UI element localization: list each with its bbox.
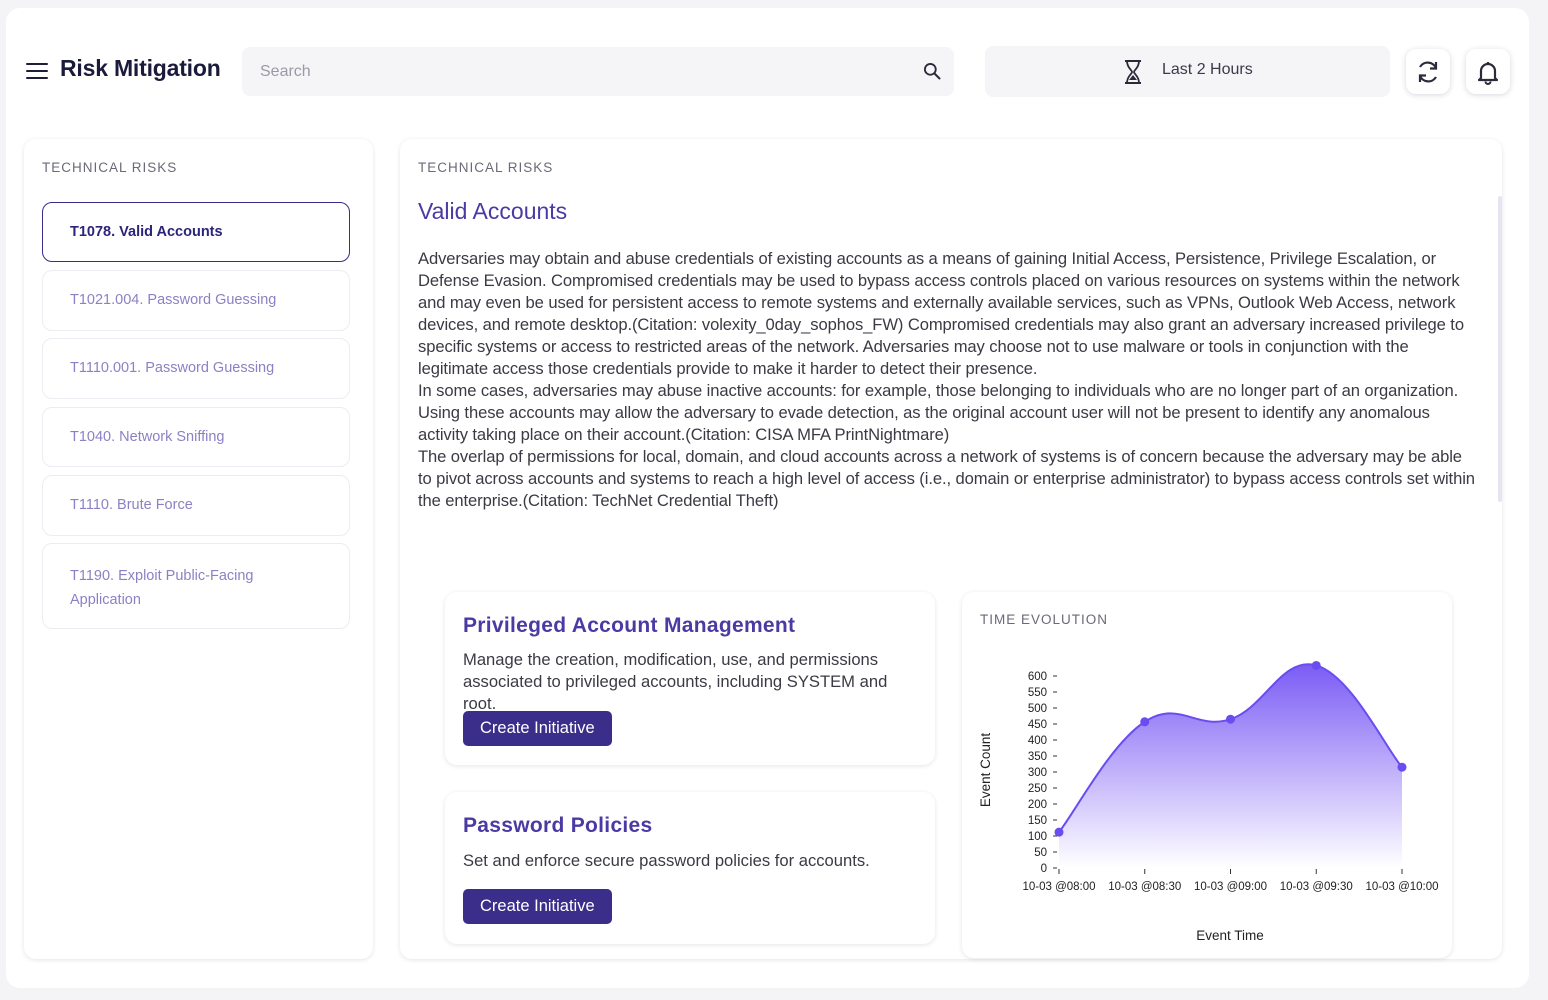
time-range-selector[interactable]: Last 2 Hours	[985, 46, 1390, 97]
hourglass-icon	[1125, 60, 1141, 84]
y-tick-label: 500	[1028, 703, 1047, 715]
data-point	[1226, 714, 1235, 724]
mitigation-description: Set and enforce secure password policies…	[463, 851, 870, 870]
y-tick-label: 100	[1028, 831, 1047, 843]
mitigation-description: Manage the creation, modification, use, …	[463, 650, 888, 713]
y-tick-label: 350	[1028, 751, 1047, 763]
risk-item-label: T1078. Valid Accounts	[70, 224, 223, 240]
mitigation-title: Privileged Account Management	[463, 614, 796, 637]
time-range-label: Last 2 Hours	[1162, 61, 1253, 78]
risk-item-label: T1040. Network Sniffing	[70, 429, 225, 445]
refresh-icon	[1418, 61, 1438, 83]
risk-item-label: T1110.001. Password Guessing	[70, 360, 275, 376]
risk-description: Adversaries may obtain and abuse credent…	[418, 248, 1478, 512]
data-point	[1397, 762, 1407, 772]
series-area	[1059, 664, 1402, 868]
mitigation-card: Password Policies Set and enforce secure…	[445, 792, 935, 944]
risk-detail-panel: TECHNICAL RISKS Valid Accounts Adversari…	[400, 139, 1502, 959]
create-initiative-button[interactable]: Create Initiative	[463, 889, 612, 924]
risk-item-label: T1110. Brute Force	[70, 497, 193, 513]
risk-item-t1110-001[interactable]: T1110.001. Password Guessing	[42, 338, 350, 399]
x-tick-label: 10-03 @08:00	[1022, 881, 1095, 893]
page-title: Risk Mitigation	[60, 55, 221, 81]
x-axis-title: Event Time	[1196, 928, 1264, 943]
hamburger-menu-icon[interactable]	[26, 63, 48, 81]
time-evolution-chart-card: TIME EVOLUTION 0 50 100 150 200 250 300 350 400 4…	[962, 592, 1452, 958]
x-tick-label: 10-03 @09:30	[1280, 881, 1353, 893]
y-tick-label: 0	[1041, 863, 1047, 875]
x-tick-label: 10-03 @10:00	[1365, 881, 1438, 893]
description-paragraph: The overlap of permissions for local, do…	[418, 447, 1475, 510]
mitigation-title: Password Policies	[463, 814, 653, 837]
risk-item-label-line2: Application	[70, 592, 141, 608]
sidebar-section-label: TECHNICAL RISKS	[42, 160, 178, 175]
app-window: Risk Mitigation Last 2 Hours	[6, 8, 1529, 988]
y-tick-label: 200	[1028, 799, 1047, 811]
y-tick-label: 400	[1028, 735, 1047, 747]
x-tick-label: 10-03 @09:00	[1194, 881, 1267, 893]
risk-title: Valid Accounts	[418, 198, 568, 224]
y-tick-label: 600	[1028, 671, 1047, 683]
risk-item-label: T1021.004. Password Guessing	[70, 292, 277, 308]
risk-item-t1190[interactable]: T1190. Exploit Public-Facing Application	[42, 543, 350, 629]
risk-item-t1078[interactable]: T1078. Valid Accounts	[42, 202, 350, 262]
search-icon[interactable]	[922, 61, 942, 81]
technical-risks-sidebar: TECHNICAL RISKS T1078. Valid Accounts T1…	[24, 139, 373, 959]
y-tick-label: 250	[1028, 783, 1047, 795]
description-paragraph: In some cases, adversaries may abuse ina…	[418, 381, 1459, 444]
y-tick-label: 300	[1028, 767, 1047, 779]
risk-item-t1110[interactable]: T1110. Brute Force	[42, 475, 350, 536]
notifications-button[interactable]	[1466, 49, 1510, 94]
data-point	[1054, 827, 1064, 837]
y-axis-title: Event Count	[978, 733, 993, 808]
search-input[interactable]	[242, 47, 882, 96]
x-tick-label: 10-03 @08:30	[1108, 881, 1181, 893]
y-tick-label: 450	[1028, 719, 1047, 731]
refresh-button[interactable]	[1406, 49, 1450, 94]
risk-item-label: T1190. Exploit Public-Facing	[70, 568, 254, 584]
risk-item-t1040[interactable]: T1040. Network Sniffing	[42, 407, 350, 467]
detail-section-label: TECHNICAL RISKS	[418, 160, 554, 175]
time-evolution-chart: 0 50 100 150 200 250 300 350 400 450 500 550 600 10-0…	[978, 660, 1439, 943]
mitigation-card: Privileged Account Management Manage the…	[445, 592, 935, 765]
search-bar	[242, 47, 954, 96]
description-paragraph: Adversaries may obtain and abuse credent…	[418, 249, 1464, 378]
description-scrollbar[interactable]	[1498, 196, 1502, 502]
risk-item-t1021-004[interactable]: T1021.004. Password Guessing	[42, 270, 350, 331]
y-tick-label: 150	[1028, 815, 1047, 827]
create-initiative-button[interactable]: Create Initiative	[463, 711, 612, 746]
bell-icon	[1477, 62, 1499, 85]
data-point	[1140, 717, 1150, 727]
y-tick-label: 50	[1034, 847, 1047, 859]
y-tick-label: 550	[1028, 687, 1047, 699]
data-point	[1311, 660, 1321, 670]
